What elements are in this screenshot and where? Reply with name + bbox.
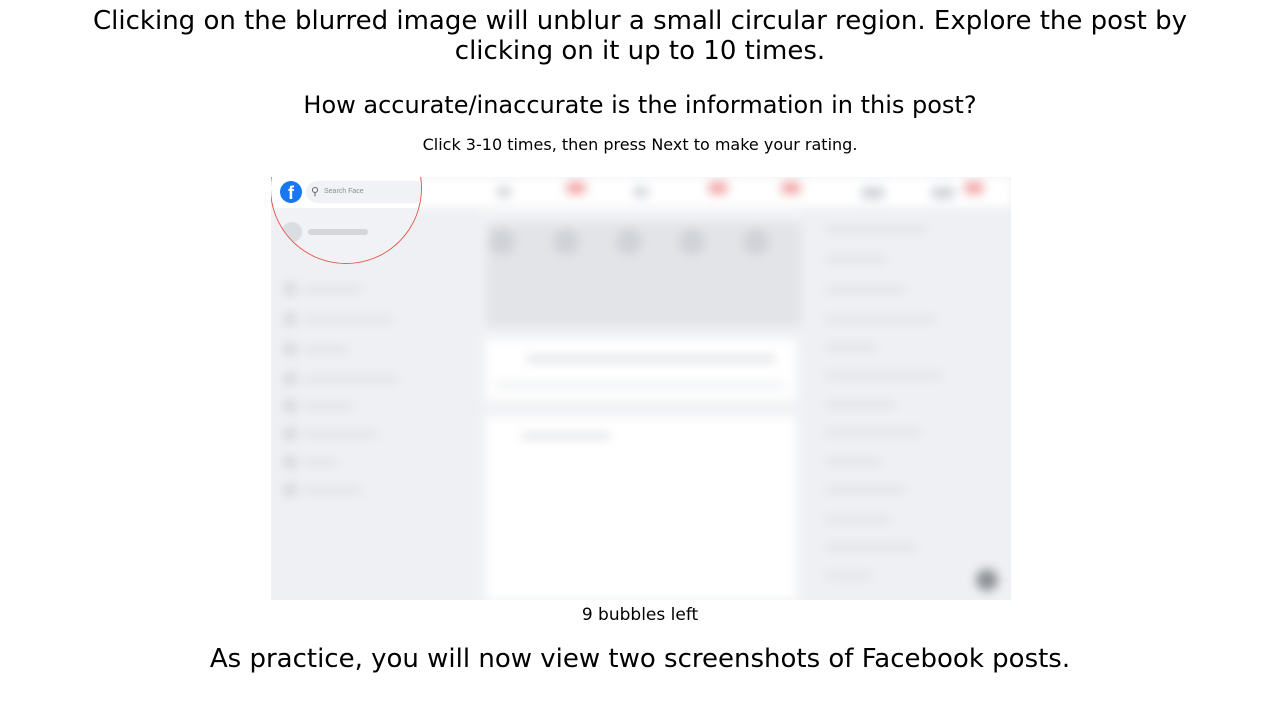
right-sidebar-line <box>826 402 896 407</box>
nav-icon <box>931 187 955 199</box>
sidebar-line <box>303 404 353 409</box>
fb-search-placeholder: Search Face <box>324 188 364 195</box>
blurred-post-image[interactable]: f ⚲ Search Face <box>271 177 1011 600</box>
right-sidebar-line <box>826 373 941 378</box>
sidebar-dot <box>283 483 297 497</box>
sidebar-dot <box>283 399 297 413</box>
fb-left-sidebar <box>271 207 481 600</box>
notification-badge <box>566 182 586 194</box>
practice-message: As practice, you will now view two scree… <box>209 644 1071 674</box>
right-sidebar-line <box>826 345 876 350</box>
story-avatar <box>743 229 769 255</box>
nav-icon <box>861 187 885 199</box>
sidebar-line <box>303 432 378 437</box>
question-heading: How accurate/inaccurate is the informati… <box>303 91 977 119</box>
right-sidebar-line <box>826 573 871 578</box>
notification-badge <box>781 182 801 194</box>
sidebar-line <box>303 287 363 292</box>
post-header <box>521 433 611 439</box>
sidebar-line <box>303 377 398 382</box>
right-sidebar-line <box>826 227 926 232</box>
right-sidebar-line <box>826 487 906 492</box>
right-sidebar-line <box>826 430 921 435</box>
composer-bar <box>526 355 776 363</box>
nav-icon <box>633 187 649 197</box>
sidebar-line <box>303 347 348 352</box>
avatar <box>282 222 302 242</box>
unblurred-region: f ⚲ Search Face <box>271 177 422 264</box>
profile-name <box>308 229 368 235</box>
right-sidebar-line <box>826 545 916 550</box>
avatar <box>282 250 302 263</box>
sidebar-dot <box>283 372 297 386</box>
story-avatar <box>553 229 579 255</box>
composer-actions <box>496 382 786 388</box>
notification-badge <box>708 182 728 194</box>
sidebar-dot <box>283 455 297 469</box>
right-sidebar-line <box>826 317 936 322</box>
sidebar-dot <box>283 342 297 356</box>
notification-badge <box>964 182 984 194</box>
sidebar-line <box>303 488 363 493</box>
instructions-line-1: Clicking on the blurred image will unblu… <box>93 6 1187 36</box>
sidebar-dot <box>283 427 297 441</box>
instructions: Clicking on the blurred image will unblu… <box>0 6 1280 66</box>
sidebar-line <box>303 460 338 465</box>
page: Clicking on the blurred image will unblu… <box>0 0 1280 720</box>
fb-post-card <box>486 417 796 600</box>
instructions-line-2: clicking on it up to 10 times. <box>454 36 826 66</box>
bubbles-left-counter: 9 bubbles left <box>581 605 699 625</box>
search-icon: ⚲ <box>311 185 320 198</box>
right-sidebar-line <box>826 459 881 464</box>
chat-icon <box>976 569 998 591</box>
facebook-logo-icon: f <box>280 181 302 203</box>
right-sidebar-line <box>826 287 906 292</box>
sidebar-dot <box>283 282 297 296</box>
fb-search-input: ⚲ Search Face <box>306 181 421 203</box>
right-sidebar-line <box>826 257 886 262</box>
click-hint: Click 3-10 times, then press Next to mak… <box>422 135 858 154</box>
sidebar-line <box>303 317 393 322</box>
right-sidebar-line <box>826 517 891 522</box>
sidebar-dot <box>283 312 297 326</box>
fb-composer <box>486 340 796 400</box>
story-avatar <box>489 229 515 255</box>
story-avatar <box>679 229 705 255</box>
story-avatar <box>616 229 642 255</box>
nav-icon <box>496 187 512 197</box>
